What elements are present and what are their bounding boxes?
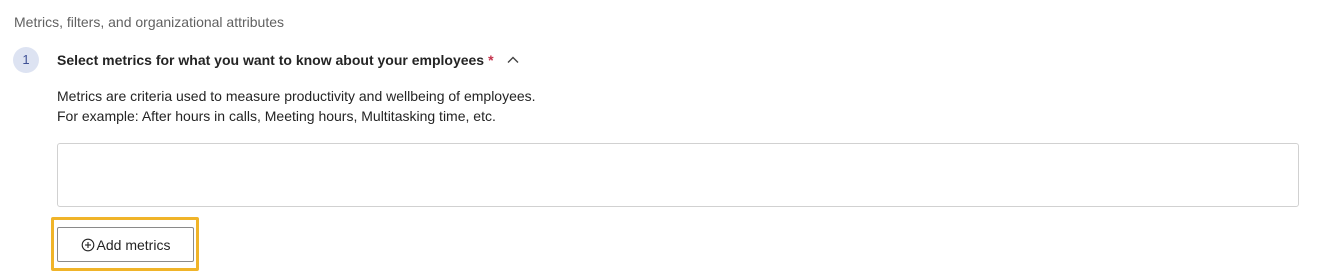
add-metrics-button[interactable]: Add metrics bbox=[57, 227, 194, 262]
add-circle-icon bbox=[81, 238, 95, 252]
step-number-badge: 1 bbox=[13, 47, 39, 73]
section-title: Metrics, filters, and organizational att… bbox=[14, 14, 285, 30]
step-description: Metrics are criteria used to measure pro… bbox=[57, 86, 536, 126]
selected-metrics-box[interactable] bbox=[57, 143, 1299, 207]
step-header: Select metrics for what you want to know… bbox=[57, 50, 520, 70]
chevron-up-icon[interactable] bbox=[506, 53, 520, 67]
description-line-1: Metrics are criteria used to measure pro… bbox=[57, 88, 536, 104]
step-heading: Select metrics for what you want to know… bbox=[57, 52, 485, 68]
required-marker: * bbox=[488, 52, 494, 68]
description-line-2: For example: After hours in calls, Meeti… bbox=[57, 108, 496, 124]
add-metrics-label: Add metrics bbox=[96, 236, 171, 253]
